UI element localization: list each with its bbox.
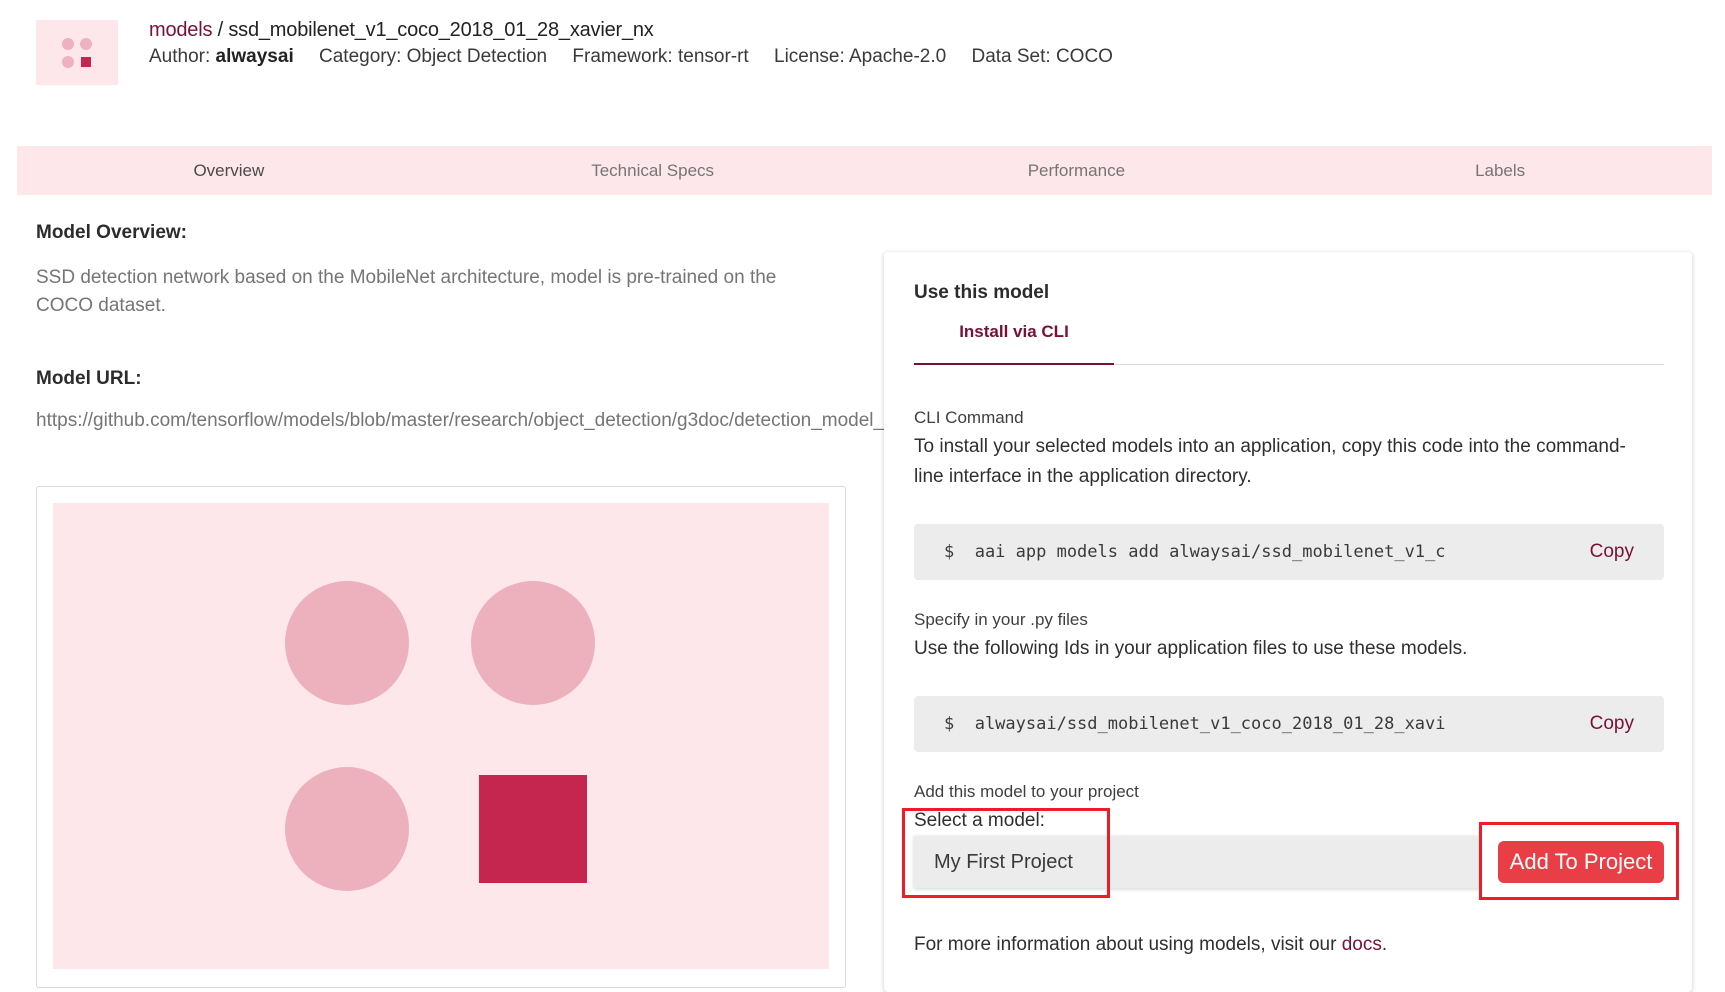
model-image-placeholder (53, 503, 829, 969)
logo-square-icon (81, 56, 91, 67)
active-tab-underline (914, 363, 1114, 365)
cli-code-box: $ aai app models add alwaysai/ssd_mobile… (914, 524, 1664, 580)
cli-code[interactable]: $ aai app models add alwaysai/ssd_mobile… (944, 542, 1504, 562)
logo-dot-icon (62, 55, 74, 68)
logo-dot-icon (62, 37, 74, 50)
dataset-label: Data Set: COCO (971, 46, 1113, 67)
breadcrumb-models-link[interactable]: models (149, 19, 212, 41)
tab-labels[interactable]: Labels (1288, 146, 1712, 195)
square-shape (479, 775, 587, 883)
cli-command-label: CLI Command (914, 408, 1024, 427)
add-to-project-label: Add this model to your project (914, 782, 1139, 801)
circle-shape (285, 767, 409, 891)
author-label: Author: (149, 46, 211, 67)
py-files-label: Specify in your .py files (914, 610, 1088, 629)
py-code[interactable]: $ alwaysai/ssd_mobilenet_v1_coco_2018_01… (944, 714, 1504, 734)
docs-link[interactable]: docs (1342, 934, 1382, 955)
category-label: Category: Object Detection (319, 46, 548, 67)
breadcrumb: models / ssd_mobilenet_v1_coco_2018_01_2… (149, 19, 654, 42)
footer-period: . (1381, 934, 1388, 955)
framework-label: Framework: tensor-rt (572, 46, 749, 67)
model-overview-heading: Model Overview: (36, 222, 187, 243)
circle-shape (285, 581, 409, 705)
model-logo (36, 20, 118, 85)
model-url-link[interactable]: https://github.com/tensorflow/models/blo… (36, 410, 884, 432)
tab-overview[interactable]: Overview (17, 146, 441, 195)
logo-dot-icon (80, 37, 92, 50)
model-tabs: Overview Technical Specs Performance Lab… (17, 146, 1712, 195)
model-url-heading: Model URL: (36, 368, 142, 389)
model-meta: Author: alwaysai Category: Object Detect… (149, 46, 1133, 68)
py-files-description: Use the following Ids in your applicatio… (914, 638, 1468, 659)
model-overview-text: SSD detection network based on the Mobil… (36, 267, 777, 316)
footer-text: For more information about using models,… (914, 934, 1342, 955)
tab-install-via-cli[interactable]: Install via CLI (914, 318, 1114, 354)
model-name: ssd_mobilenet_v1_coco_2018_01_28_xavier_… (228, 19, 654, 41)
copy-cli-button[interactable]: Copy (1590, 541, 1634, 563)
footer-note: For more information about using models,… (914, 934, 1387, 956)
model-image-card (36, 486, 846, 988)
annotation-box-select (902, 808, 1110, 898)
py-code-box: $ alwaysai/ssd_mobilenet_v1_coco_2018_01… (914, 696, 1664, 752)
tab-performance[interactable]: Performance (865, 146, 1289, 195)
cli-description: To install your selected models into an … (914, 436, 1626, 487)
author-name: alwaysai (215, 46, 294, 67)
annotation-box-add-button (1479, 822, 1679, 900)
tab-technical-specs[interactable]: Technical Specs (441, 146, 865, 195)
circle-shape (471, 581, 595, 705)
panel-title: Use this model (914, 282, 1050, 303)
copy-py-button[interactable]: Copy (1590, 713, 1634, 735)
license-label: License: Apache-2.0 (774, 46, 947, 67)
breadcrumb-separator: / (212, 19, 229, 41)
